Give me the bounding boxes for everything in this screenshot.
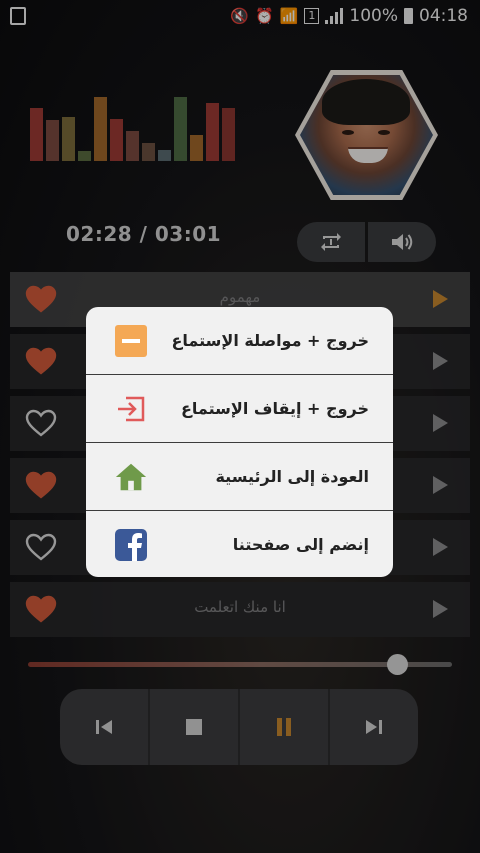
minimize-icon: [114, 324, 148, 358]
home-icon: [114, 460, 148, 494]
menu-item-exit-stop[interactable]: خروج + إيقاف الإستماع: [86, 375, 393, 443]
exit-icon: [114, 392, 148, 426]
facebook-icon: [114, 528, 148, 562]
exit-menu-dialog: خروج + مواصلة الإستماع خروج + إيقاف الإس…: [86, 307, 393, 577]
menu-item-facebook[interactable]: إنضم إلى صفحتنا: [86, 511, 393, 577]
menu-item-home[interactable]: العودة إلى الرئيسية: [86, 443, 393, 511]
menu-item-exit-continue[interactable]: خروج + مواصلة الإستماع: [86, 307, 393, 375]
